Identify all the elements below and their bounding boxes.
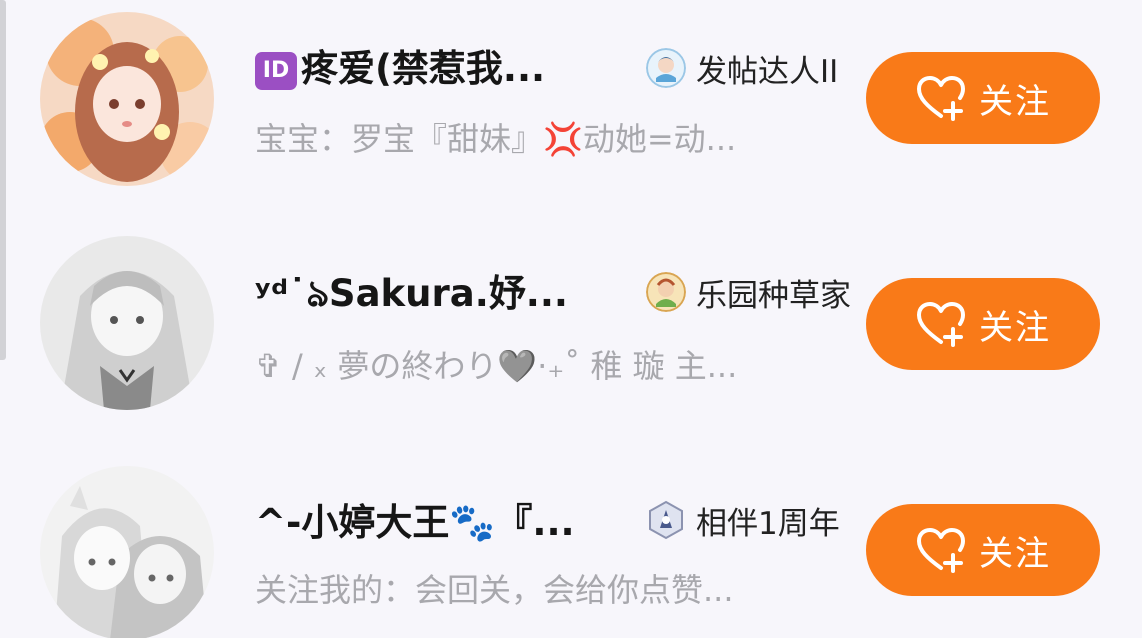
follow-label: 关注	[979, 533, 1051, 574]
medal[interactable]: 相伴1周年	[646, 498, 840, 542]
follow-button[interactable]: 关注	[866, 278, 1100, 370]
follow-label: 关注	[979, 81, 1051, 122]
follow-button[interactable]: 关注	[866, 504, 1100, 596]
signature: 关注我的：会回关，会给你点赞...	[255, 571, 734, 609]
username-text: ʸᵈ˙ঌSakura.妤...	[255, 272, 568, 315]
poster-medal-icon	[646, 48, 686, 88]
signature: 宝宝：罗宝『甜妹』💢动她=动...	[255, 120, 737, 158]
user-row[interactable]: ^-小婷大王🐾『... 相伴1周年 关注我的：会回关，会给你点赞... 关注	[0, 452, 1142, 638]
username[interactable]: ^-小婷大王🐾『...	[255, 498, 635, 548]
follow-button[interactable]: 关注	[866, 52, 1100, 144]
heart-plus-icon	[917, 528, 965, 573]
avatar-image	[40, 236, 214, 410]
username[interactable]: ID 疼爱(禁惹我...	[255, 44, 635, 94]
heart-plus-icon	[917, 76, 965, 121]
medal-label: 相伴1周年	[696, 505, 840, 542]
username[interactable]: ʸᵈ˙ঌSakura.妤...	[255, 269, 635, 319]
avatar[interactable]	[40, 12, 214, 186]
heart-plus-icon	[917, 302, 965, 347]
avatar-image	[40, 466, 214, 638]
signature: ✞ / ₓ 夢の終わり🩶⋅₊˚ 稚 璇 主...	[255, 347, 738, 385]
user-row[interactable]: ID 疼爱(禁惹我... 发帖达人II 宝宝：罗宝『甜妹』💢动她=动... 关注	[0, 0, 1142, 200]
anniversary-medal-icon	[649, 500, 683, 540]
seed-planter-medal-icon	[646, 272, 686, 312]
medal[interactable]: 发帖达人II	[646, 46, 838, 90]
avatar[interactable]	[40, 236, 214, 410]
medal[interactable]: 乐园种草家	[646, 270, 851, 314]
follow-label: 关注	[979, 307, 1051, 348]
avatar[interactable]	[40, 466, 214, 638]
medal-label: 发帖达人II	[696, 53, 839, 90]
follow-list: ID疼爱(禁惹我... 发帖达人II 宝宝：罗宝『甜妹』💢动她=动... 关注	[0, 0, 1142, 638]
medal-label: 乐园种草家	[696, 277, 851, 314]
id-badge: ID	[255, 52, 297, 90]
username-text: 疼爱(禁惹我...	[301, 47, 546, 90]
user-row[interactable]: ʸᵈ˙ঌSakura.妤... 乐园种草家 ✞ / ₓ 夢の終わり🩶⋅₊˚ 稚 …	[0, 226, 1142, 426]
username-text: ^-小婷大王🐾『...	[255, 501, 575, 544]
avatar-image	[40, 12, 214, 186]
